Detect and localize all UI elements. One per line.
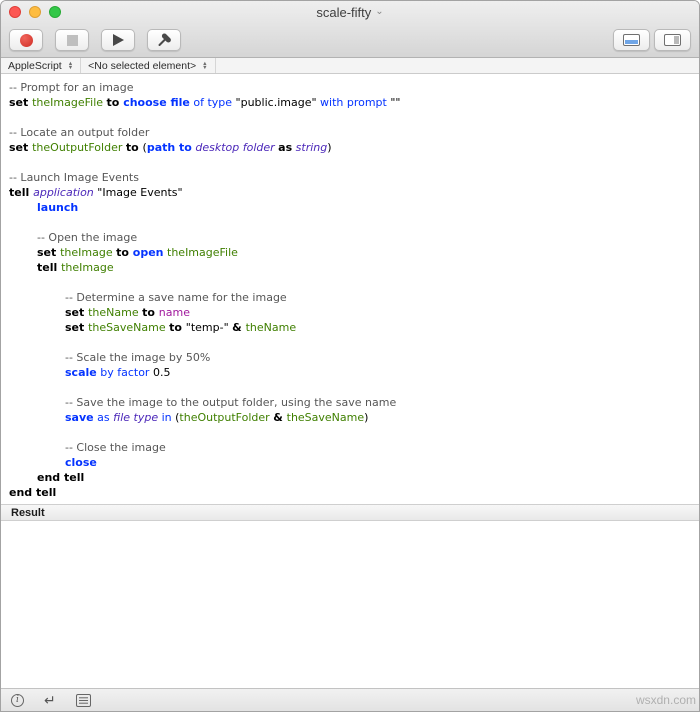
code-line: end tell [1, 485, 699, 500]
code-line: -- Launch Image Events [1, 170, 699, 185]
code-line [1, 215, 699, 230]
result-view-button[interactable]: ↵ [44, 693, 56, 707]
code-line: set theOutputFolder to (path to desktop … [1, 140, 699, 155]
stop-icon [67, 35, 78, 46]
window-title-popup[interactable]: scale-fifty ⌄ [316, 5, 383, 20]
code-line [1, 155, 699, 170]
minimize-button[interactable] [29, 6, 41, 18]
code-line: close [1, 455, 699, 470]
code-line: -- Locate an output folder [1, 125, 699, 140]
language-popup[interactable]: AppleScript ▲▼ [1, 58, 81, 73]
record-icon [20, 34, 33, 47]
return-icon: ↵ [44, 693, 56, 707]
titlebar: scale-fifty ⌄ [1, 1, 699, 23]
result-pane-label: Result [11, 507, 45, 519]
bottom-pane-icon [623, 34, 640, 46]
window-title: scale-fifty [316, 5, 371, 20]
navigation-bar: AppleScript ▲▼ <No selected element> ▲▼ [1, 58, 699, 74]
code-line [1, 110, 699, 125]
code-line: set theImageFile to choose file of type … [1, 95, 699, 110]
info-icon: i [11, 694, 24, 707]
play-icon [113, 34, 124, 46]
element-popup[interactable]: <No selected element> ▲▼ [81, 58, 215, 73]
code-line: tell application "Image Events" [1, 185, 699, 200]
code-line: end tell [1, 470, 699, 485]
code-line [1, 425, 699, 440]
right-pane-icon [664, 34, 681, 46]
run-button[interactable] [101, 29, 135, 51]
result-pane[interactable] [1, 521, 699, 688]
language-popup-label: AppleScript [8, 60, 62, 72]
code-line: tell theImage [1, 260, 699, 275]
popup-chevrons-icon: ▲▼ [202, 62, 207, 70]
popup-chevrons-icon: ▲▼ [68, 62, 73, 70]
code-line: set theName to name [1, 305, 699, 320]
window-chrome: scale-fifty ⌄ [1, 1, 699, 58]
chevron-down-icon: ⌄ [375, 7, 383, 17]
code-line: launch [1, 200, 699, 215]
toggle-right-pane-button[interactable] [654, 29, 691, 51]
close-button[interactable] [9, 6, 21, 18]
stop-button[interactable] [55, 29, 89, 51]
code-line: save as file type in (theOutputFolder & … [1, 410, 699, 425]
code-line: set theSaveName to "temp-" & theName [1, 320, 699, 335]
traffic-lights [9, 6, 61, 18]
status-bar: i ↵ [1, 688, 699, 711]
watermark: wsxdn.com [636, 693, 696, 707]
compile-button[interactable] [147, 29, 181, 51]
code-line [1, 380, 699, 395]
code-line: -- Open the image [1, 230, 699, 245]
hammer-icon [156, 32, 172, 48]
result-pane-header: Result [1, 504, 699, 521]
description-button[interactable]: i [11, 694, 24, 707]
toggle-bottom-pane-button[interactable] [613, 29, 650, 51]
list-icon [76, 694, 91, 707]
code-line: -- Save the image to the output folder, … [1, 395, 699, 410]
toolbar [1, 23, 699, 57]
code-line: -- Determine a save name for the image [1, 290, 699, 305]
code-line: scale by factor 0.5 [1, 365, 699, 380]
code-line: -- Scale the image by 50% [1, 350, 699, 365]
code-line [1, 275, 699, 290]
element-popup-label: <No selected element> [88, 60, 196, 72]
zoom-button[interactable] [49, 6, 61, 18]
code-editor[interactable]: -- Prompt for an imageset theImageFile t… [1, 74, 699, 504]
code-line: set theImage to open theImageFile [1, 245, 699, 260]
event-log-button[interactable] [76, 694, 91, 707]
script-editor-window: scale-fifty ⌄ [0, 0, 700, 712]
record-button[interactable] [9, 29, 43, 51]
code-line: -- Close the image [1, 440, 699, 455]
code-line [1, 335, 699, 350]
code-line: -- Prompt for an image [1, 80, 699, 95]
